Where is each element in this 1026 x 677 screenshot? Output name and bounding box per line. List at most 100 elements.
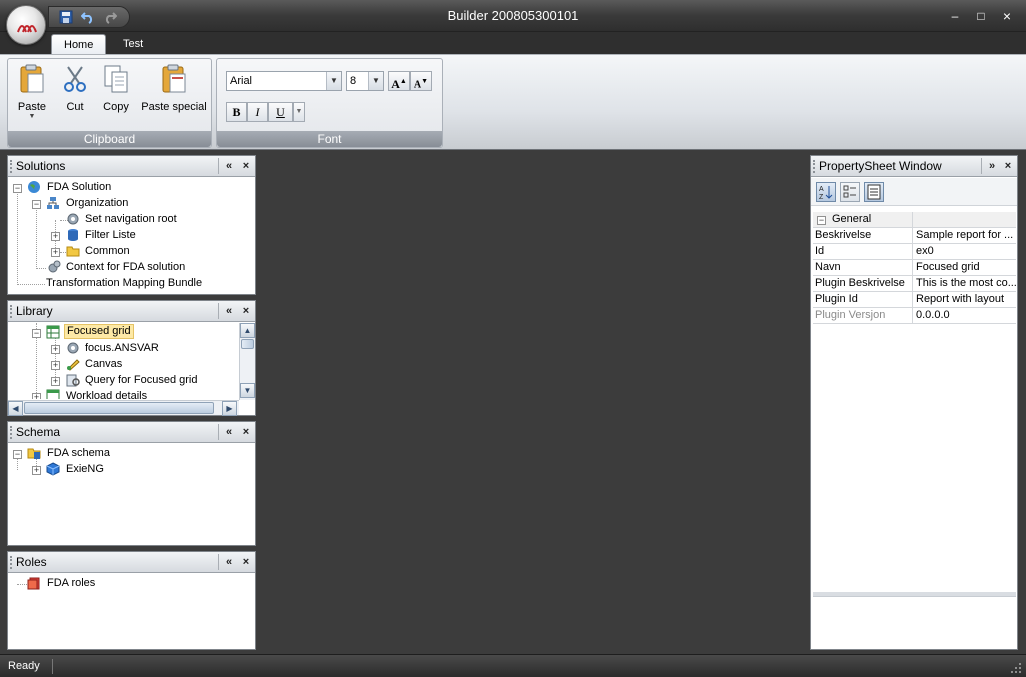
chevron-down-icon[interactable]: ▼ [326,72,341,90]
scroll-right-icon[interactable]: ▶ [222,401,237,416]
grip-icon[interactable] [10,426,12,439]
property-row[interactable]: Id ex0 [813,244,1016,260]
expand-toggle[interactable]: + [51,345,60,354]
tree-item-canvas[interactable]: Canvas [85,356,122,372]
underline-button[interactable]: U [268,102,293,122]
scroll-up-icon[interactable]: ▲ [240,323,255,338]
property-key: Plugin Id [813,292,913,308]
shrink-font-button[interactable]: A▼ [410,71,432,91]
tree-item-focus-ansvar[interactable]: focus.ANSVAR [85,340,159,356]
property-value[interactable]: This is the most co... [914,276,1016,292]
cut-button[interactable]: Cut [58,63,92,125]
italic-button[interactable]: I [247,102,268,122]
copy-button[interactable]: Copy [98,63,134,125]
property-grid: − General Beskrivelse Sample report for .… [813,212,1016,324]
status-bar: Ready [0,654,1026,677]
property-row[interactable]: Plugin Id Report with layout [813,292,1016,308]
grow-font-button[interactable]: A▲ [388,71,410,91]
expand-toggle[interactable]: + [32,466,41,475]
minimize-button[interactable]: – [944,7,966,25]
tree-item-context-for-fda-solution[interactable]: Context for FDA solution [66,259,185,275]
tree-item-focused-grid[interactable]: Focused grid [64,324,134,339]
property-sheet-header: PropertySheet Window » × [811,156,1017,177]
collapse-panel-button[interactable]: « [222,304,236,318]
roles-panel: Roles « × FDA roles [7,551,256,650]
property-row[interactable]: Navn Focused grid [813,260,1016,276]
scroll-left-icon[interactable]: ◀ [8,401,23,416]
property-pages-icon[interactable] [864,182,884,202]
tree-item-organization[interactable]: Organization [66,195,128,211]
application-menu-button[interactable] [6,5,46,45]
property-description-area [813,596,1016,648]
schema-icon [27,448,41,459]
tree-item-exieng[interactable]: ExieNG [66,461,104,477]
underline-dropdown[interactable]: ▼ [293,102,305,122]
tree-item-filter-liste[interactable]: Filter Liste [85,227,136,243]
property-value[interactable]: ex0 [914,244,1016,260]
collapse-toggle[interactable]: − [13,450,22,459]
tree-item-fda-schema[interactable]: FDA schema [47,445,110,461]
library-horizontal-scrollbar[interactable]: ◀ ▶ [8,400,239,416]
property-value[interactable]: Report with layout [914,292,1016,308]
categorized-icon[interactable] [840,182,860,202]
scroll-down-icon[interactable]: ▼ [240,383,255,398]
property-row[interactable]: Beskrivelse Sample report for ... [813,228,1016,244]
tab-test[interactable]: Test [111,34,155,55]
tree-item-fda-solution[interactable]: FDA Solution [47,179,111,195]
copy-label: Copy [103,101,129,113]
chevron-down-icon[interactable]: ▼ [368,72,383,90]
collapse-toggle[interactable]: − [817,216,826,225]
property-category-general[interactable]: − General [813,212,1016,228]
close-panel-button[interactable]: × [239,555,253,569]
scroll-thumb[interactable] [241,339,254,349]
collapse-panel-button[interactable]: « [222,555,236,569]
property-value[interactable]: 0.0.0.0 [914,308,1016,324]
panel-title: Solutions [16,159,66,173]
grip-icon[interactable] [10,556,12,569]
tree-item-workload-details[interactable]: Workload details [66,388,147,399]
tree-item-set-navigation-root[interactable]: Set navigation root [85,211,177,227]
expand-toggle[interactable]: + [51,248,60,257]
grip-icon[interactable] [813,160,815,173]
close-window-button[interactable]: × [996,7,1018,25]
paste-icon [20,64,44,93]
collapse-toggle[interactable]: − [32,200,41,209]
tree-item-query-for-focused-grid[interactable]: Query for Focused grid [85,372,198,388]
expand-toggle[interactable]: + [51,377,60,386]
library-vertical-scrollbar[interactable]: ▲ ▼ [239,323,255,400]
tree-item-common[interactable]: Common [85,243,130,259]
ribbon-tab-row: Home Test [0,32,1026,55]
collapse-toggle[interactable]: − [32,329,41,338]
close-panel-button[interactable]: × [1001,159,1015,173]
collapse-panel-button[interactable]: « [222,425,236,439]
folder-icon [66,246,80,257]
maximize-button[interactable]: □ [970,7,992,25]
grip-icon[interactable] [10,305,12,318]
sort-alpha-icon[interactable]: AZ [816,182,836,202]
close-panel-button[interactable]: × [239,159,253,173]
grip-icon[interactable] [10,160,12,173]
paste-special-button[interactable]: Paste special [140,63,208,125]
property-value[interactable]: Sample report for ... [914,228,1016,244]
close-panel-button[interactable]: × [239,425,253,439]
expand-panel-button[interactable]: » [985,159,999,173]
tree-item-fda-roles[interactable]: FDA roles [47,575,95,591]
font-family-select[interactable]: Arial ▼ [226,71,342,91]
expand-toggle[interactable]: + [51,361,60,370]
font-size-select[interactable]: 8 ▼ [346,71,384,91]
property-key: Plugin Beskrivelse [813,276,913,292]
paste-button[interactable]: Paste ▼ [14,63,50,125]
bold-button[interactable]: B [226,102,247,122]
tab-home[interactable]: Home [51,34,107,55]
resize-grip-icon[interactable] [1010,662,1022,674]
expand-toggle[interactable]: + [51,232,60,241]
close-panel-button[interactable]: × [239,304,253,318]
expand-toggle[interactable]: + [32,393,41,399]
tree-item-transformation-mapping-bundle[interactable]: Transformation Mapping Bundle [46,275,202,291]
property-row[interactable]: Plugin Versjon 0.0.0.0 [813,308,1016,324]
property-value[interactable]: Focused grid [914,260,1016,276]
collapse-panel-button[interactable]: « [222,159,236,173]
collapse-toggle[interactable]: − [13,184,22,193]
scroll-thumb[interactable] [24,402,214,414]
property-row[interactable]: Plugin Beskrivelse This is the most co..… [813,276,1016,292]
